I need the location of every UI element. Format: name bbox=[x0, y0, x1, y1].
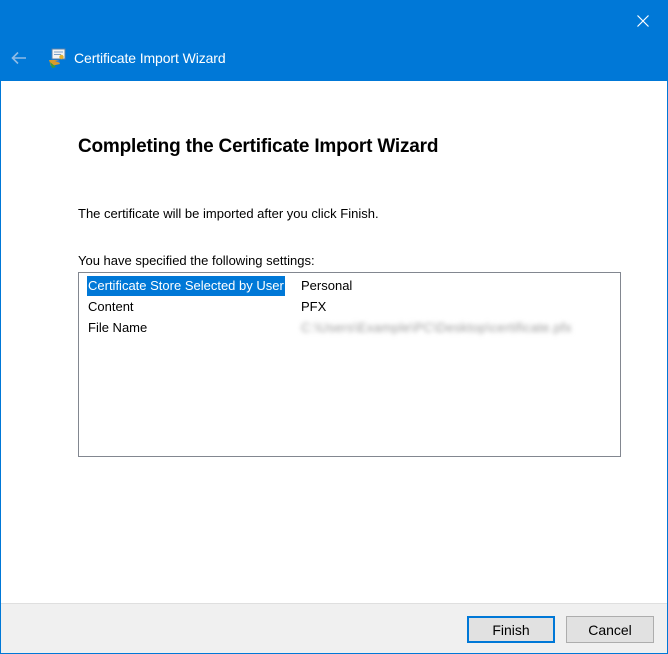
page-heading: Completing the Certificate Import Wizard bbox=[78, 136, 439, 157]
settings-value: PFX bbox=[301, 299, 327, 314]
settings-value: Personal bbox=[301, 278, 353, 293]
title-bar: Certificate Import Wizard bbox=[1, 1, 667, 81]
cancel-button[interactable]: Cancel bbox=[566, 616, 654, 643]
certificate-icon bbox=[49, 48, 66, 68]
settings-row-store[interactable]: Certificate Store Selected by User Perso… bbox=[87, 276, 620, 297]
settings-row-content[interactable]: Content PFX bbox=[87, 297, 620, 318]
button-bar: Finish Cancel bbox=[1, 603, 667, 653]
settings-key: Certificate Store Selected by User bbox=[87, 276, 285, 296]
wizard-content: Completing the Certificate Import Wizard… bbox=[1, 81, 667, 603]
settings-value-blurred: C:\Users\Example\PC\Desktop\certificate.… bbox=[301, 320, 572, 335]
back-arrow-icon bbox=[11, 51, 26, 65]
settings-label: You have specified the following setting… bbox=[78, 253, 315, 268]
settings-list[interactable]: Certificate Store Selected by User Perso… bbox=[78, 272, 621, 457]
settings-key: File Name bbox=[88, 320, 148, 335]
settings-key: Content bbox=[88, 299, 134, 314]
close-icon bbox=[637, 15, 649, 27]
close-button[interactable] bbox=[625, 5, 661, 37]
settings-row-file-name[interactable]: File Name C:\Users\Example\PC\Desktop\ce… bbox=[87, 318, 620, 339]
finish-button[interactable]: Finish bbox=[467, 616, 555, 643]
info-text: The certificate will be imported after y… bbox=[78, 206, 379, 221]
back-button[interactable] bbox=[5, 45, 33, 71]
window-title: Certificate Import Wizard bbox=[74, 50, 226, 66]
wizard-window: Certificate Import Wizard Completing the… bbox=[0, 0, 668, 654]
